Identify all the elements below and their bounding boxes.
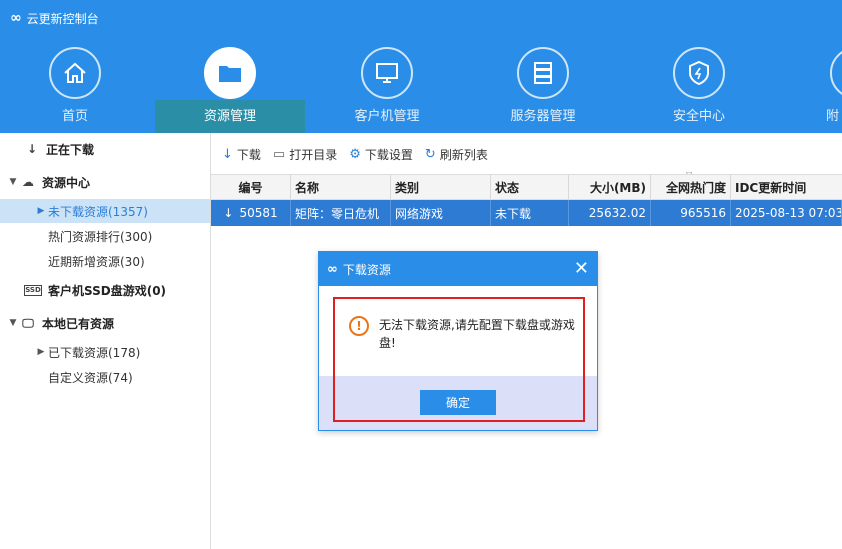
server-icon	[517, 47, 569, 99]
local-monitor-icon: 🖵	[22, 315, 34, 330]
download-settings-label: 下载设置	[364, 147, 413, 162]
close-icon[interactable]: ✕	[574, 258, 589, 279]
nav-client-label: 客户机管理	[354, 109, 420, 124]
refresh-icon: ↻	[424, 146, 436, 162]
sidebar-item-downloading[interactable]: ↓ 正在下载	[0, 137, 210, 161]
highlight-annotation-box	[333, 297, 585, 422]
nav-server-label: 服务器管理	[510, 109, 576, 124]
monitor-icon	[361, 47, 413, 99]
sidebar-not-downloaded-label: 未下载资源(1357)	[48, 204, 148, 219]
home-icon	[49, 47, 101, 99]
collapse-triangle-icon[interactable]: ▶	[34, 206, 48, 216]
column-header-size[interactable]: 大小(MB)	[569, 175, 651, 199]
toolbar: ↓ 下载 ▭ 打开目录 ⚙ 下载设置 ↻ 刷新列表	[212, 140, 490, 168]
nav-more[interactable]: 附	[780, 47, 842, 133]
open-directory-label: 打开目录	[289, 147, 338, 162]
sidebar-item-local-resources[interactable]: ▼ 🖵 本地已有资源	[0, 311, 210, 335]
sidebar-item-hot-ranking[interactable]: 热门资源排行(300)	[0, 224, 210, 248]
cell-id: ↓ 50581	[211, 200, 291, 226]
cell-name: 矩阵：零日危机	[291, 200, 391, 226]
sidebar-resource-center-label: 资源中心	[42, 175, 91, 190]
sidebar-item-downloaded[interactable]: ▶ 已下载资源(178)	[0, 340, 210, 364]
sidebar-item-custom[interactable]: 自定义资源(74)	[0, 365, 210, 389]
cell-category: 网络游戏	[391, 200, 491, 226]
app-logo-icon: ∞	[10, 10, 22, 26]
table-row[interactable]: ↓ 50581 矩阵：零日危机 网络游戏 未下载 25632.02 965516…	[211, 200, 842, 226]
download-button[interactable]: ↓ 下载	[222, 146, 261, 163]
column-header-popularity[interactable]: 全网热门度	[651, 175, 731, 199]
top-header: ∞ 云更新控制台 首页 资源管理 客户机管理 服务器管理 安全中心 附	[0, 0, 842, 133]
dialog-title-bar: ∞ 下载资源 ✕	[319, 252, 597, 286]
nav-resource-label: 资源管理	[203, 109, 256, 124]
sidebar-item-ssd-games[interactable]: SSD 客户机SSD盘游戏(0)	[0, 278, 210, 302]
sidebar-custom-label: 自定义资源(74)	[48, 370, 133, 385]
sidebar-recent-added-label: 近期新增资源(30)	[48, 254, 145, 269]
download-settings-button[interactable]: ⚙ 下载设置	[349, 146, 413, 163]
download-arrow-icon: ↓	[26, 142, 38, 156]
folder-outline-icon: ▭	[272, 146, 286, 162]
gear-icon: ⚙	[349, 146, 361, 162]
column-header-id[interactable]: 编号	[211, 175, 291, 199]
table-header: 编号 名称 类别 状态 大小(MB) 全网热门度 IDC更新时间	[211, 174, 842, 200]
nav-security-center[interactable]: 安全中心	[624, 47, 774, 133]
sidebar: ↓ 正在下载 ▼ ☁ 资源中心 ▶ 未下载资源(1357) 热门资源排行(300…	[0, 133, 211, 549]
cell-id-value: 50581	[239, 206, 278, 220]
nav-resource-management[interactable]: 资源管理	[155, 47, 305, 133]
collapse-triangle-icon[interactable]: ▶	[34, 347, 48, 357]
nav-more-label: 附	[826, 109, 840, 124]
download-button-label: 下载	[236, 147, 261, 162]
sidebar-item-resource-center[interactable]: ▼ ☁ 资源中心	[0, 170, 210, 194]
cell-status: 未下载	[491, 200, 569, 226]
cell-idc-update-time: 2025-08-13 07:03:5	[731, 200, 842, 226]
shield-icon	[673, 47, 725, 99]
nav-client-management[interactable]: 客户机管理	[312, 47, 462, 133]
column-header-idc-update-time[interactable]: IDC更新时间	[731, 175, 842, 199]
column-header-name[interactable]: 名称	[291, 175, 391, 199]
cell-popularity: 965516	[651, 200, 731, 226]
refresh-list-button[interactable]: ↻ 刷新列表	[425, 146, 488, 163]
nav-security-label: 安全中心	[672, 109, 725, 124]
resource-table: 编号 名称 类别 状态 大小(MB) 全网热门度 IDC更新时间 ↓ 50581…	[211, 174, 842, 226]
download-icon: ↓	[222, 146, 233, 162]
folder-icon	[204, 47, 256, 99]
dialog-title: 下载资源	[342, 262, 391, 277]
expand-triangle-icon[interactable]: ▼	[6, 177, 20, 187]
sidebar-item-recent-added[interactable]: 近期新增资源(30)	[0, 249, 210, 273]
ssd-icon: SSD	[24, 284, 42, 296]
sidebar-item-not-downloaded[interactable]: ▶ 未下载资源(1357)	[0, 199, 210, 223]
sidebar-hot-ranking-label: 热门资源排行(300)	[48, 229, 153, 244]
nav-server-management[interactable]: 服务器管理	[468, 47, 618, 133]
download-arrow-icon: ↓	[223, 206, 234, 220]
nav-home[interactable]: 首页	[0, 47, 150, 133]
cell-size: 25632.02	[569, 200, 651, 226]
column-header-status[interactable]: 状态	[491, 175, 569, 199]
app-title-bar: ∞ 云更新控制台	[10, 8, 99, 28]
cloud-icon: ☁	[22, 175, 34, 189]
sidebar-ssd-games-label: 客户机SSD盘游戏(0)	[48, 283, 167, 298]
open-directory-button[interactable]: ▭ 打开目录	[273, 146, 337, 163]
app-title: 云更新控制台	[26, 11, 99, 26]
dialog-logo-icon: ∞	[327, 261, 338, 277]
expand-triangle-icon[interactable]: ▼	[6, 318, 20, 328]
sidebar-downloaded-label: 已下载资源(178)	[48, 345, 141, 360]
more-icon	[830, 47, 842, 99]
column-header-category[interactable]: 类别	[391, 175, 491, 199]
sidebar-local-resources-label: 本地已有资源	[42, 316, 115, 331]
nav-home-label: 首页	[61, 109, 88, 124]
refresh-list-label: 刷新列表	[439, 147, 488, 162]
sidebar-downloading-label: 正在下载	[46, 142, 95, 157]
